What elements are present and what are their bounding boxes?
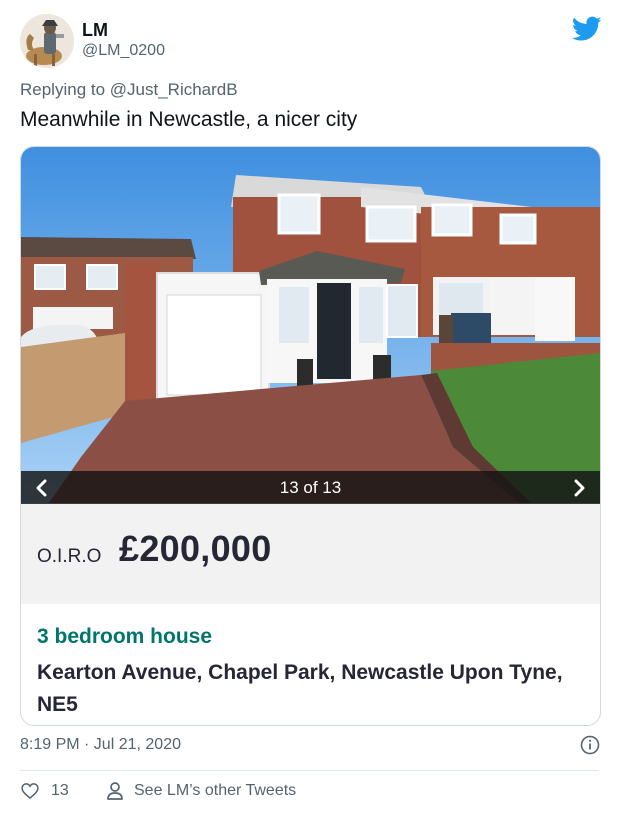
chevron-right-icon	[574, 479, 585, 496]
see-other-tweets-link[interactable]: See LM’s other Tweets	[106, 781, 296, 801]
avatar[interactable]	[20, 14, 74, 68]
replying-to-line[interactable]: Replying to @Just_RichardB	[20, 80, 238, 100]
person-icon	[107, 782, 123, 800]
listing-details: 3 bedroom house Kearton Avenue, Chapel P…	[37, 625, 577, 721]
photo-navigation-bar: 13 of 13	[21, 471, 600, 504]
property-listing-card[interactable]: 13 of 13 O.I.R.O £200,000 3 bedroom hous…	[20, 146, 601, 726]
like-count: 13	[51, 782, 69, 799]
user-handle[interactable]: @LM_0200	[82, 42, 165, 60]
property-address: Kearton Avenue, Chapel Park, Newcastle U…	[37, 661, 563, 716]
price-band: O.I.R.O £200,000	[21, 504, 600, 604]
photo-counter: 13 of 13	[279, 478, 342, 497]
property-photo[interactable]	[21, 147, 600, 503]
info-icon[interactable]	[580, 735, 600, 755]
tweet-text: Meanwhile in Newcastle, a nicer city	[20, 108, 358, 131]
heart-icon	[21, 783, 39, 800]
tweet-timestamp[interactable]: 8:19 PM · Jul 21, 2020	[20, 736, 181, 754]
next-photo-button[interactable]	[564, 471, 596, 504]
avatar-image	[20, 14, 74, 68]
price-qualifier: O.I.R.O	[37, 546, 102, 567]
see-other-tweets-label: See LM’s other Tweets	[134, 782, 297, 799]
price-value: £200,000	[119, 528, 272, 569]
display-name[interactable]: LM	[82, 20, 108, 41]
divider	[20, 770, 599, 771]
twitter-logo-icon[interactable]	[572, 16, 602, 42]
tweet: LM @LM_0200 Replying to @Just_RichardB M…	[0, 0, 620, 817]
like-button[interactable]: 13	[20, 781, 69, 801]
property-type[interactable]: 3 bedroom house	[37, 625, 577, 649]
